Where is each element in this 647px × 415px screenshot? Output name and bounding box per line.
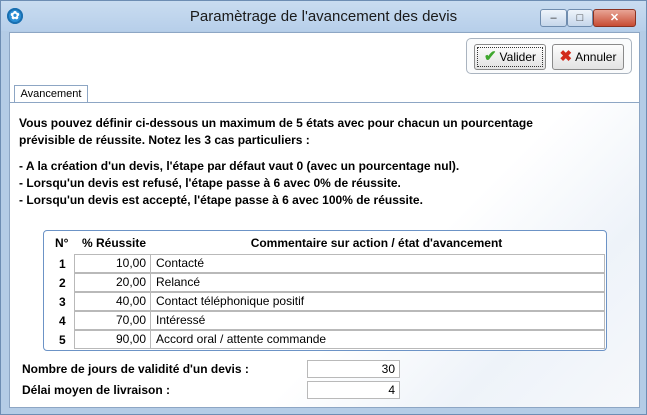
- comment-input[interactable]: Contact téléphonique positif: [151, 292, 605, 311]
- validate-button[interactable]: ✔ Valider: [474, 44, 546, 70]
- row-number: 3: [59, 295, 66, 309]
- dialog-content: ✔ Valider ✖ Annuler Avancement Vous pouv…: [9, 32, 640, 408]
- intro-line: Vous pouvez définir ci-dessous un maximu…: [19, 116, 533, 130]
- action-toolbar: ✔ Valider ✖ Annuler: [466, 38, 632, 74]
- minimize-button[interactable]: –: [540, 9, 567, 27]
- delivery-delay-label: Délai moyen de livraison :: [22, 383, 171, 397]
- row-number: 4: [59, 314, 66, 328]
- comment-input[interactable]: Contacté: [151, 254, 605, 273]
- cancel-label: Annuler: [575, 50, 617, 64]
- row-number: 2: [59, 276, 66, 290]
- column-header-success: % Réussite: [82, 236, 147, 250]
- tab-strip: Avancement: [10, 84, 639, 104]
- row-number: 5: [59, 333, 66, 347]
- validity-days-label: Nombre de jours de validité d'un devis :: [22, 362, 249, 376]
- row-number: 1: [59, 257, 66, 271]
- close-button[interactable]: ✕: [593, 9, 636, 27]
- table-row: 2 20,00 Relancé: [44, 273, 606, 292]
- cancel-button[interactable]: ✖ Annuler: [552, 44, 624, 70]
- success-input[interactable]: 70,00: [74, 311, 151, 330]
- app-window: ✿ Paramètrage de l'avancement des devis …: [0, 0, 647, 415]
- column-header-comment: Commentaire sur action / état d'avanceme…: [250, 236, 503, 250]
- instructions: Vous pouvez définir ci-dessous un maximu…: [19, 115, 533, 209]
- delivery-delay-input[interactable]: 4: [307, 381, 400, 399]
- validate-label: Valider: [499, 50, 537, 64]
- stages-table: N° % Réussite Commentaire sur action / é…: [43, 230, 607, 351]
- title-bar[interactable]: ✿ Paramètrage de l'avancement des devis …: [1, 1, 646, 31]
- comment-input[interactable]: Intéressé: [151, 311, 605, 330]
- comment-input[interactable]: Relancé: [151, 273, 605, 292]
- check-icon: ✔: [483, 48, 497, 65]
- intro-line: prévisible de réussite. Notez les 3 cas …: [19, 133, 310, 147]
- special-case: - Lorsqu'un devis est accepté, l'étape p…: [19, 193, 423, 207]
- table-row: 3 40,00 Contact téléphonique positif: [44, 292, 606, 311]
- comment-input[interactable]: Accord oral / attente commande: [151, 330, 605, 349]
- tab-panel-avancement: Vous pouvez définir ci-dessous un maximu…: [10, 103, 639, 407]
- success-input[interactable]: 20,00: [74, 273, 151, 292]
- table-row: 5 90,00 Accord oral / attente commande: [44, 330, 606, 349]
- success-input[interactable]: 90,00: [74, 330, 151, 349]
- special-case: - A la création d'un devis, l'étape par …: [19, 159, 460, 173]
- success-input[interactable]: 40,00: [74, 292, 151, 311]
- validity-days-input[interactable]: 30: [307, 360, 400, 378]
- success-input[interactable]: 10,00: [74, 254, 151, 273]
- column-header-number: N°: [55, 236, 69, 250]
- table-row: 1 10,00 Contacté: [44, 254, 606, 273]
- maximize-button[interactable]: □: [567, 9, 593, 27]
- cross-icon: ✖: [559, 48, 573, 65]
- table-row: 4 70,00 Intéressé: [44, 311, 606, 330]
- special-case: - Lorsqu'un devis est refusé, l'étape pa…: [19, 176, 401, 190]
